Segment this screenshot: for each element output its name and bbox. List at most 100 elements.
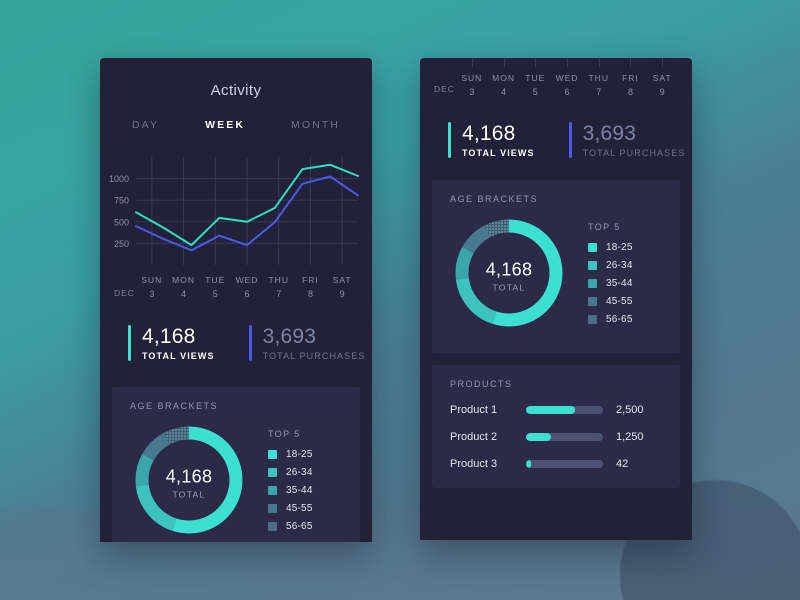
chart-month-label-right: DEC: [434, 84, 455, 94]
legend-item: 56-65: [268, 521, 313, 532]
legend-title-right: TOP 5: [588, 222, 621, 232]
chart-x-axis-days: SUN 3 MON 4 TUE 5 WED 6 THU 7 FRI 8 SAT 9: [100, 271, 372, 299]
chart-y-axis-tick-label: 750: [114, 196, 129, 206]
x-axis-day-name: SAT: [652, 73, 672, 83]
donut-chart-left: 4,168 TOTAL: [130, 421, 248, 542]
x-axis-day-column: THU 7: [263, 275, 295, 299]
legend-age-brackets-left: TOP 5 18-25 26-34 35-44 45-55 56-65: [268, 421, 313, 539]
product-progress-fill: [526, 460, 532, 468]
stat-label-total-purchases-right: TOTAL PURCHASES: [582, 148, 686, 158]
phone-screen-dashboard: DEC SUN 3 MON 4 TUE 5 WED 6 THU 7 FRI 8 SAT 9 4,168 T…: [420, 58, 692, 540]
legend-item-label: 45-55: [286, 503, 313, 514]
legend-item-label: 56-65: [606, 314, 633, 325]
legend-item: 56-65: [588, 314, 633, 325]
x-axis-day-name: THU: [588, 73, 609, 83]
page-title: Activity: [210, 82, 262, 99]
x-axis-day-number: 6: [244, 289, 250, 299]
legend-color-swatch: [588, 243, 597, 252]
product-progress-track: [526, 433, 603, 441]
x-axis-day-name: FRI: [622, 73, 639, 83]
card-title-age-brackets: AGE BRACKETS: [130, 401, 219, 411]
x-axis-day-column: FRI 8: [295, 275, 327, 299]
x-axis-day-number: 9: [659, 87, 665, 97]
phone-screen-activity: Activity DAY WEEK MONTH 250 500 750 1000 DE…: [100, 58, 372, 542]
legend-color-swatch: [268, 522, 277, 531]
tab-day[interactable]: DAY: [132, 119, 159, 131]
legend-color-swatch: [268, 486, 277, 495]
line-chart-svg: 250 500 750 1000: [109, 157, 359, 265]
chart-y-axis-tick-label: 500: [114, 217, 129, 227]
legend-color-swatch: [588, 315, 597, 324]
legend-item-label: 26-34: [606, 260, 633, 271]
card-age-brackets-right: AGE BRACKETS 4,168 TOTAL TOP 5 18-25 26-3…: [432, 180, 680, 353]
donut-total-label-left: TOTAL: [172, 489, 206, 499]
stat-accent-bar-views-right: [448, 122, 451, 158]
product-progress-track: [526, 460, 603, 468]
legend-item: 35-44: [588, 278, 633, 289]
stat-label-total-purchases: TOTAL PURCHASES: [262, 351, 366, 361]
legend-color-swatch: [588, 261, 597, 270]
stat-value-total-purchases: 3,693: [262, 325, 317, 348]
donut-total-value-left: 4,168: [165, 466, 213, 486]
stat-accent-bar-purchases: [248, 325, 252, 361]
x-axis-day-column: SAT 9: [326, 275, 358, 299]
legend-item: 18-25: [588, 242, 633, 253]
chart-y-axis-tick-label: 250: [114, 239, 129, 249]
donut-row-right: 4,168 TOTAL TOP 5 18-25 26-34 35-44 45-55 56…: [432, 204, 680, 353]
product-value: 1,250: [616, 431, 644, 443]
chart-month-label: DEC: [114, 288, 135, 298]
tab-month[interactable]: MONTH: [291, 119, 340, 131]
legend-item-label: 18-25: [286, 449, 313, 460]
chart-y-axis-tick-label: 1000: [109, 174, 129, 184]
x-axis-day-name: FRI: [302, 275, 319, 285]
legend-item-label: 26-34: [286, 467, 313, 478]
stat-accent-bar-views: [128, 325, 131, 361]
stat-label-total-views: TOTAL VIEWS: [142, 351, 215, 361]
x-axis-day-number: 8: [627, 87, 633, 97]
x-axis-day-column: TUE 5: [199, 275, 231, 299]
donut-center-left: 4,168 TOTAL: [130, 466, 248, 499]
x-axis-day-column: FRI 8: [615, 73, 647, 97]
x-axis-day-name: WED: [555, 73, 579, 83]
x-axis-day-number: 7: [276, 289, 282, 299]
legend-color-swatch: [268, 504, 277, 513]
donut-row-left: 4,168 TOTAL TOP 5 18-25 26-34 35-44 45-55 56…: [112, 411, 360, 542]
x-axis-day-number: 7: [596, 87, 602, 97]
stat-value-total-purchases-right: 3,693: [582, 122, 637, 145]
stat-accent-bar-purchases-right: [568, 122, 572, 158]
legend-color-swatch: [268, 450, 277, 459]
x-axis-day-number: 9: [339, 289, 345, 299]
stat-total-views-right: 4,168 TOTAL VIEWS: [448, 122, 535, 158]
x-axis-day-column: TUE 5: [519, 73, 551, 97]
legend-item: 26-34: [268, 467, 313, 478]
legend-item-label: 35-44: [606, 278, 633, 289]
product-progress-fill: [526, 406, 575, 414]
x-axis-day-column: THU 7: [583, 73, 615, 97]
legend-item-label: 45-55: [606, 296, 633, 307]
x-axis-day-column: SAT 9: [646, 73, 678, 97]
x-axis-day-column: MON 4: [488, 73, 520, 97]
x-axis-day-name: TUE: [205, 275, 226, 285]
card-products: PRODUCTS Product 1 2,500 Product 2 1,250 Pro…: [432, 365, 680, 488]
x-axis-day-name: SUN: [461, 73, 483, 83]
legend-color-swatch: [588, 297, 597, 306]
stat-value-total-views: 4,168: [142, 325, 196, 348]
legend-item-label: 56-65: [286, 521, 313, 532]
line-chart: 250 500 750 1000: [100, 151, 372, 271]
donut-chart-right: 4,168 TOTAL: [450, 214, 568, 337]
legend-color-swatch: [588, 279, 597, 288]
stat-total-views: 4,168 TOTAL VIEWS: [128, 325, 215, 361]
stats-row-right: 4,168 TOTAL VIEWS 3,693 TOTAL PURCHASES: [420, 104, 692, 180]
x-axis-day-name: MON: [492, 73, 515, 83]
tab-week[interactable]: WEEK: [205, 119, 245, 131]
chart-x-axis-days-right: SUN 3 MON 4 TUE 5 WED 6 THU 7 FRI 8 SAT 9: [420, 69, 692, 97]
legend-title-left: TOP 5: [268, 429, 301, 439]
stat-label-total-views-right: TOTAL VIEWS: [462, 148, 535, 158]
legend-age-brackets-right: TOP 5 18-25 26-34 35-44 45-55 56-65: [588, 214, 633, 332]
legend-item-label: 35-44: [286, 485, 313, 496]
x-axis-day-number: 8: [307, 289, 313, 299]
stat-total-purchases: 3,693 TOTAL PURCHASES: [248, 325, 366, 361]
x-axis-day-column: SUN 3: [136, 275, 168, 299]
x-axis-day-column: WED 6: [231, 275, 263, 299]
card-age-brackets-left: AGE BRACKETS 4,168 TOTAL TOP 5 18-25 26-3…: [112, 387, 360, 542]
